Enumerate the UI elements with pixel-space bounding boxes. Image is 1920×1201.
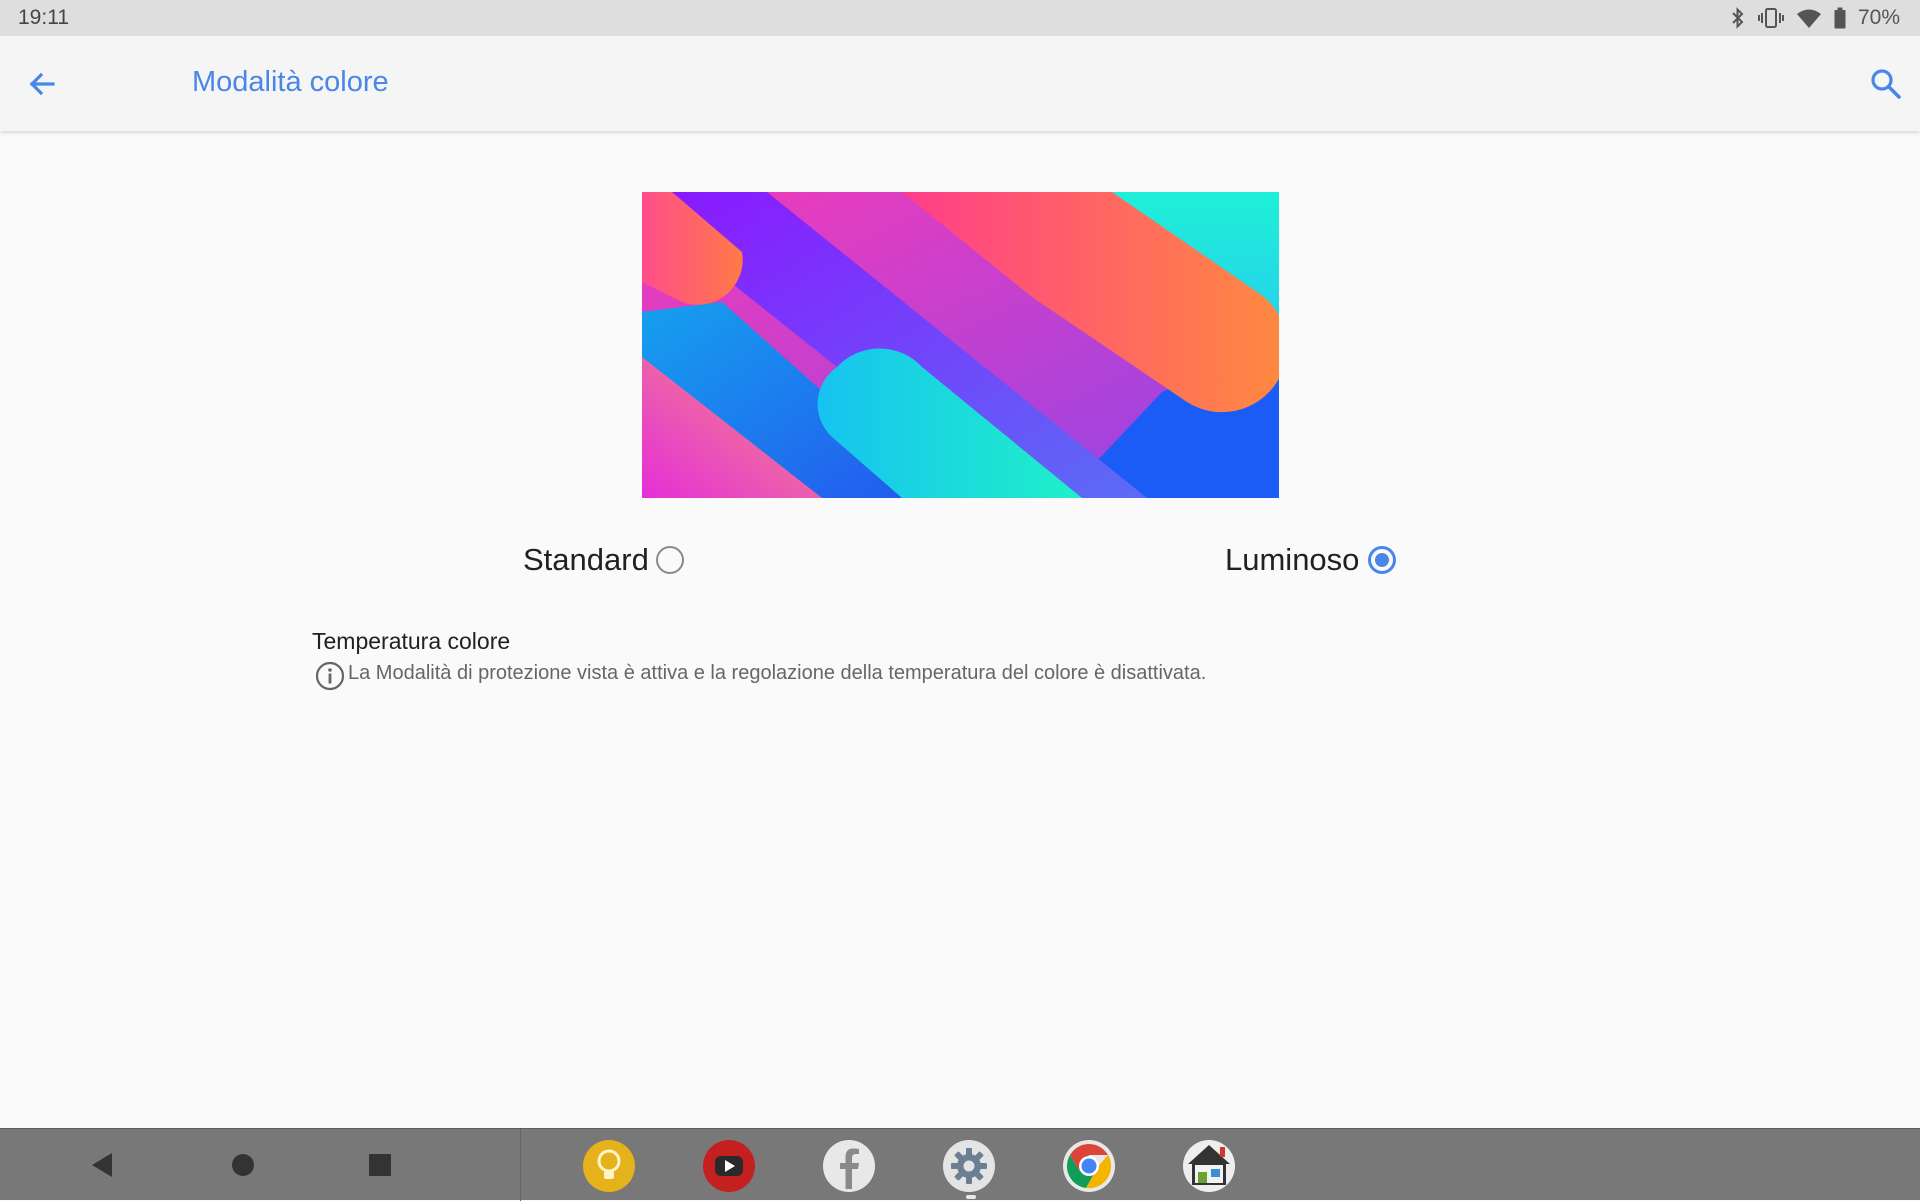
- wifi-icon: [1796, 9, 1821, 28]
- battery-percent: 70%: [1857, 6, 1900, 29]
- radio-standard[interactable]: [656, 546, 684, 574]
- app-bar: Modalità colore: [0, 36, 1920, 131]
- status-icons: 70%: [1730, 5, 1900, 31]
- bluetooth-icon: [1732, 7, 1744, 29]
- arrow-back-icon[interactable]: [22, 64, 62, 104]
- color-preview-image: [642, 192, 1279, 498]
- nav-divider: [520, 1129, 521, 1201]
- search-icon[interactable]: [1866, 64, 1906, 104]
- info-icon: [315, 661, 345, 691]
- back-triangle-icon[interactable]: [84, 1147, 120, 1183]
- home-circle-icon[interactable]: [225, 1147, 261, 1183]
- temperature-info-text: La Modalità di protezione vista è attiva…: [348, 662, 1207, 684]
- radio-luminoso[interactable]: [1368, 546, 1396, 574]
- option-luminoso-label: Luminoso: [1225, 542, 1360, 577]
- chrome-app-icon[interactable]: [1062, 1139, 1116, 1193]
- facebook-app-icon[interactable]: [822, 1139, 876, 1193]
- status-bar: 19:11 70%: [0, 0, 1920, 36]
- home-app-icon[interactable]: [1182, 1139, 1236, 1193]
- status-time: 19:11: [18, 6, 69, 29]
- vibrate-icon: [1757, 8, 1784, 28]
- active-app-indicator: [966, 1195, 976, 1199]
- navigation-bar: [0, 1128, 1920, 1201]
- lightbulb-app-icon[interactable]: [582, 1139, 636, 1193]
- page-title: Modalità colore: [192, 66, 389, 98]
- temperature-title: Temperatura colore: [312, 628, 511, 654]
- settings-app-icon[interactable]: [942, 1139, 996, 1193]
- battery-icon: [1834, 7, 1846, 29]
- youtube-app-icon[interactable]: [702, 1139, 756, 1193]
- recents-square-icon[interactable]: [362, 1147, 398, 1183]
- option-standard-label: Standard: [523, 542, 649, 577]
